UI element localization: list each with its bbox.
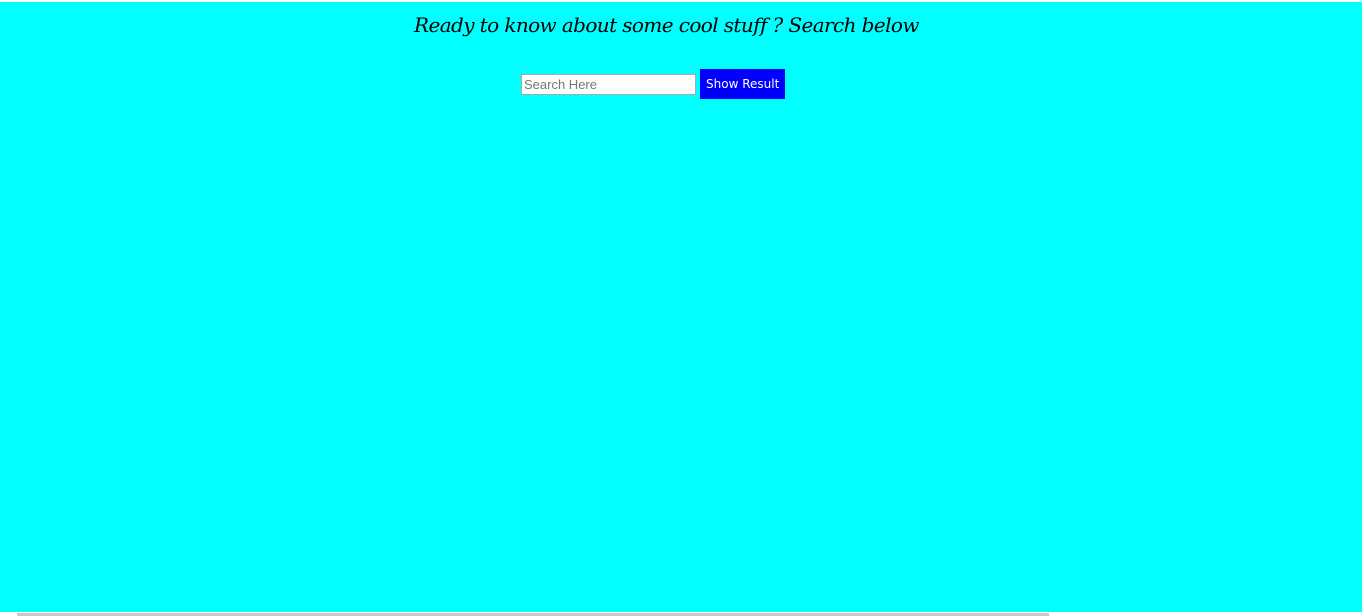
search-input[interactable] [521, 73, 696, 95]
horizontal-scrollbar[interactable] [0, 612, 1362, 616]
search-form: Show Result [521, 69, 786, 99]
page-body: Ready to know about some cool stuff ? Se… [0, 2, 1362, 612]
page-headline: Ready to know about some cool stuff ? Se… [414, 13, 919, 37]
show-result-button[interactable]: Show Result [700, 69, 786, 99]
